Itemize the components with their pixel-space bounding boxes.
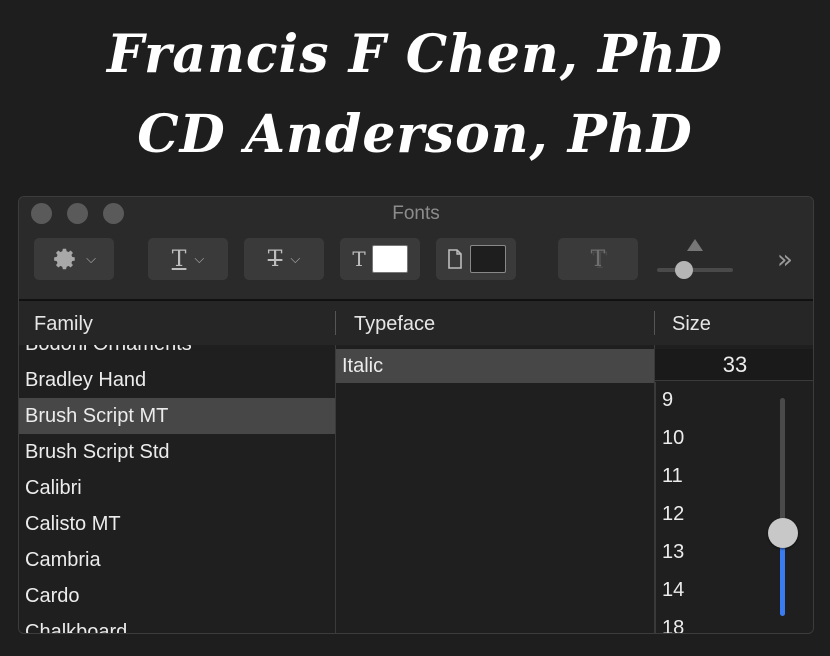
strikethrough-icon: T bbox=[267, 246, 283, 272]
chevron-down-icon: ⌵ bbox=[290, 251, 301, 267]
family-column-header[interactable]: Family bbox=[34, 313, 93, 336]
chevron-down-icon: ⌵ bbox=[194, 251, 205, 267]
window-title: Fonts bbox=[392, 203, 440, 224]
text-shadow-button[interactable]: T bbox=[558, 238, 638, 280]
document-color-swatch bbox=[470, 245, 506, 273]
underline-icon: T bbox=[171, 246, 187, 272]
size-list-item[interactable]: 18 bbox=[662, 609, 722, 633]
shadow-slider-track[interactable] bbox=[657, 268, 733, 272]
size-list-item[interactable]: 11 bbox=[662, 457, 722, 495]
size-slider-thumb[interactable] bbox=[768, 518, 798, 548]
size-list-item[interactable]: 9 bbox=[662, 382, 722, 419]
triangle-up-icon bbox=[687, 239, 703, 251]
gear-icon bbox=[54, 248, 75, 270]
size-slider-track[interactable] bbox=[780, 398, 785, 616]
column-headers: Family Typeface Size bbox=[19, 301, 813, 346]
size-column: 33 18 14 13 12 11 10 9 bbox=[655, 345, 813, 633]
preview-text-line-2: CD Anderson, PhD bbox=[137, 104, 693, 165]
shadow-slider-thumb[interactable] bbox=[674, 261, 693, 279]
text-color-button[interactable]: T bbox=[340, 238, 420, 280]
document-icon bbox=[448, 249, 462, 269]
document-color-button[interactable] bbox=[436, 238, 516, 280]
column-divider bbox=[335, 311, 336, 335]
size-list-item[interactable]: 14 bbox=[662, 571, 722, 609]
size-column-header[interactable]: Size bbox=[672, 313, 711, 336]
chevron-down-icon: ⌵ bbox=[86, 251, 96, 267]
size-list-item[interactable]: 13 bbox=[662, 533, 722, 571]
underline-menu-button[interactable]: T ⌵ bbox=[148, 238, 228, 280]
size-list: 18 14 13 12 11 10 9 bbox=[655, 382, 813, 633]
family-list-item[interactable]: Calibri bbox=[19, 470, 335, 506]
preview-text-line-1: Francis F Chen, PhD bbox=[106, 24, 723, 85]
family-list-item[interactable]: Chalkboard bbox=[19, 614, 335, 633]
family-list-item[interactable]: Cardo bbox=[19, 578, 335, 614]
size-input[interactable]: 33 bbox=[655, 349, 813, 381]
text-color-icon: T bbox=[352, 247, 366, 271]
typeface-list: Italic bbox=[336, 345, 655, 633]
family-list-item[interactable]: Cambria bbox=[19, 542, 335, 578]
strikethrough-menu-button[interactable]: T ⌵ bbox=[244, 238, 324, 280]
family-list: Bodoni OrnamentsBradley HandBrush Script… bbox=[19, 345, 336, 633]
family-list-item[interactable]: Calisto MT bbox=[19, 506, 335, 542]
title-bar: Fonts ⌵ T ⌵ T ⌵ T T » bbox=[19, 197, 813, 301]
family-list-item[interactable]: Brush Script MT bbox=[19, 398, 335, 434]
shadow-controls bbox=[655, 238, 735, 280]
toolbar-overflow-button[interactable]: » bbox=[777, 245, 793, 275]
family-list-item[interactable]: Brush Script Std bbox=[19, 434, 335, 470]
column-divider bbox=[654, 311, 655, 335]
family-list-item[interactable]: Bradley Hand bbox=[19, 362, 335, 398]
size-list-item[interactable]: 10 bbox=[662, 419, 722, 457]
actions-menu-button[interactable]: ⌵ bbox=[34, 238, 114, 280]
text-shadow-icon: T bbox=[590, 246, 606, 272]
typeface-item[interactable]: Italic bbox=[336, 349, 654, 383]
typeface-column-header[interactable]: Typeface bbox=[354, 313, 435, 336]
fonts-panel: Fonts ⌵ T ⌵ T ⌵ T T » Family Typeface Si… bbox=[18, 196, 814, 634]
text-color-swatch bbox=[371, 245, 408, 273]
size-list-item[interactable]: 12 bbox=[662, 495, 722, 533]
family-list-item[interactable]: Bodoni Ornaments bbox=[19, 345, 335, 362]
